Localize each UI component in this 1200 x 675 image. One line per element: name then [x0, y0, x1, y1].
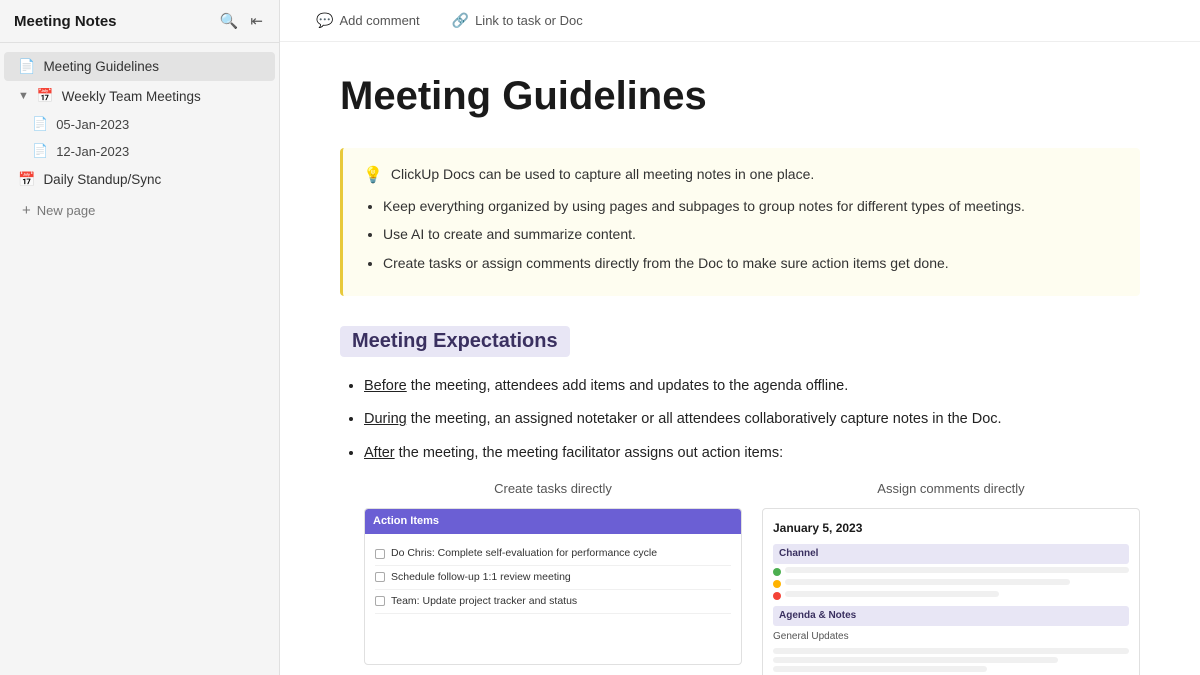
sidebar-header-icons: 🔍 ⇤: [218, 10, 265, 32]
sidebar-child-label: 12-Jan-2023: [56, 144, 129, 159]
doc-section-header: Agenda & Notes: [773, 606, 1129, 626]
add-comment-label: Add comment: [339, 13, 419, 28]
expectations-list: Before the meeting, attendees add items …: [340, 375, 1140, 675]
page-title: Meeting Guidelines: [340, 72, 1140, 120]
before-rest: the meeting, attendees add items and upd…: [407, 378, 849, 394]
doc-image: January 5, 2023 Channel Agenda & Notes G…: [762, 508, 1140, 675]
task-label: Do Chris: Complete self-evaluation for p…: [391, 545, 657, 562]
sidebar: Meeting Notes 🔍 ⇤ 📄 Meeting Guidelines ▼…: [0, 0, 280, 675]
sidebar-item-meeting-guidelines[interactable]: 📄 Meeting Guidelines: [4, 52, 275, 81]
callout-header: 💡 ClickUp Docs can be used to capture al…: [363, 164, 1120, 185]
callout-intro: ClickUp Docs can be used to capture all …: [391, 164, 814, 185]
section-heading: Meeting Expectations: [340, 326, 570, 357]
doc-section: Channel: [773, 544, 1129, 600]
page-icon: 📄: [32, 116, 48, 132]
sidebar-item-jan5[interactable]: 📄 05-Jan-2023: [18, 111, 275, 137]
expectation-after: After the meeting, the meeting facilitat…: [364, 442, 1140, 675]
comment-icon: 💬: [316, 12, 333, 29]
sidebar-nav: 📄 Meeting Guidelines ▼ 📅 Weekly Team Mee…: [0, 43, 279, 235]
task-checkbox: [375, 572, 385, 582]
image-block-left: Create tasks directly Action Items Do Ch…: [364, 479, 742, 675]
plus-icon: +: [22, 202, 31, 219]
sidebar-title: Meeting Notes: [14, 13, 117, 30]
task-label: Schedule follow-up 1:1 review meeting: [391, 569, 571, 586]
image-block-right: Assign comments directly January 5, 2023…: [762, 479, 1140, 675]
after-text: After: [364, 445, 395, 461]
task-mockup-header: Action Items: [365, 509, 741, 535]
sidebar-item-daily-standup[interactable]: 📅 Daily Standup/Sync: [4, 165, 275, 194]
search-icon[interactable]: 🔍: [218, 10, 241, 32]
callout-list: Keep everything organized by using pages…: [363, 195, 1120, 274]
toolbar: 💬 Add comment 🔗 Link to task or Doc: [280, 0, 1200, 42]
new-page-label: New page: [37, 203, 96, 218]
sidebar-item-jan12[interactable]: 📄 12-Jan-2023: [18, 138, 275, 164]
add-new-page[interactable]: + New page: [4, 196, 275, 225]
main-content: 💬 Add comment 🔗 Link to task or Doc Meet…: [280, 0, 1200, 675]
link-to-task-button[interactable]: 🔗 Link to task or Doc: [446, 8, 589, 33]
chevron-down-icon: ▼: [18, 90, 29, 102]
callout-item: Keep everything organized by using pages…: [383, 195, 1120, 217]
link-to-task-label: Link to task or Doc: [475, 13, 583, 28]
sidebar-group-children: 📄 05-Jan-2023 📄 12-Jan-2023: [0, 111, 279, 164]
sidebar-group-label: Weekly Team Meetings: [62, 89, 201, 104]
add-comment-button[interactable]: 💬 Add comment: [310, 8, 426, 33]
task-row: Schedule follow-up 1:1 review meeting: [375, 566, 731, 590]
task-checkbox: [375, 549, 385, 559]
sidebar-item-label: Meeting Guidelines: [43, 59, 261, 74]
image-row: Create tasks directly Action Items Do Ch…: [364, 479, 1140, 675]
task-image: Action Items Do Chris: Complete self-eva…: [364, 508, 742, 665]
during-text: During: [364, 411, 407, 427]
image-left-caption: Create tasks directly: [494, 479, 612, 500]
task-row: Team: Update project tracker and status: [375, 590, 731, 614]
after-rest: the meeting, the meeting facilitator ass…: [395, 445, 783, 461]
lightbulb-icon: 💡: [363, 165, 383, 185]
expectation-before: Before the meeting, attendees add items …: [364, 375, 1140, 398]
link-icon: 🔗: [452, 12, 469, 29]
sidebar-header: Meeting Notes 🔍 ⇤: [0, 0, 279, 43]
doc-section: Agenda & Notes General Updates: [773, 606, 1129, 672]
callout-item: Use AI to create and summarize content.: [383, 223, 1120, 245]
task-label: Team: Update project tracker and status: [391, 593, 577, 610]
page-icon: 📄: [32, 143, 48, 159]
callout-item: Create tasks or assign comments directly…: [383, 252, 1120, 274]
image-right-caption: Assign comments directly: [877, 479, 1024, 500]
page-icon: 📄: [18, 58, 35, 75]
doc-section-header: Channel: [773, 544, 1129, 564]
doc-date: January 5, 2023: [773, 519, 1129, 538]
section-heading-container: Meeting Expectations: [340, 326, 1140, 375]
document-content: Meeting Guidelines 💡 ClickUp Docs can be…: [280, 42, 1200, 675]
during-rest: the meeting, an assigned notetaker or al…: [407, 411, 1002, 427]
before-text: Before: [364, 378, 407, 394]
sidebar-item-label: Daily Standup/Sync: [43, 172, 261, 187]
calendar-icon: 📅: [37, 88, 54, 104]
collapse-sidebar-icon[interactable]: ⇤: [248, 10, 265, 32]
task-checkbox: [375, 596, 385, 606]
expectation-during: During the meeting, an assigned notetake…: [364, 408, 1140, 431]
callout-box: 💡 ClickUp Docs can be used to capture al…: [340, 148, 1140, 296]
sidebar-item-weekly-team-meetings[interactable]: ▼ 📅 Weekly Team Meetings: [4, 82, 275, 110]
calendar-icon: 📅: [18, 171, 35, 188]
task-row: Do Chris: Complete self-evaluation for p…: [375, 542, 731, 566]
sidebar-child-label: 05-Jan-2023: [56, 117, 129, 132]
